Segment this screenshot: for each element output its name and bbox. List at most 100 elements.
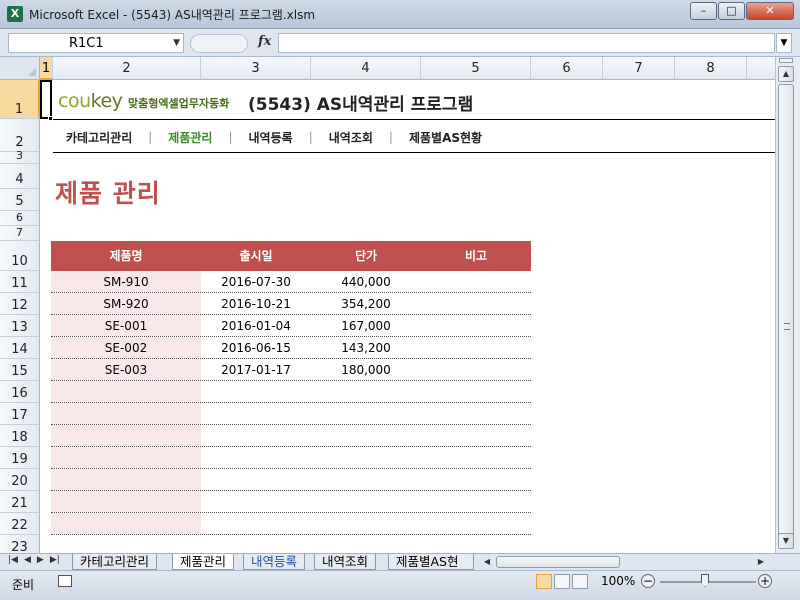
table-cell[interactable]: 180,000	[311, 359, 421, 380]
row-header[interactable]: 21	[0, 491, 40, 513]
table-cell[interactable]: 2016-07-30	[201, 271, 311, 292]
table-cell[interactable]: SE-002	[51, 337, 201, 358]
row-header[interactable]: 20	[0, 469, 40, 491]
table-cell[interactable]	[421, 403, 531, 424]
row-header[interactable]: 17	[0, 403, 40, 425]
nav-item-products[interactable]: 제품관리	[160, 129, 220, 146]
zoom-out-button[interactable]: −	[641, 574, 655, 588]
row-header[interactable]: 1	[0, 80, 40, 119]
table-cell[interactable]: 2016-10-21	[201, 293, 311, 314]
table-cell[interactable]: 2017-01-17	[201, 359, 311, 380]
table-cell[interactable]: 2016-01-04	[201, 315, 311, 336]
table-cell[interactable]: SM-920	[51, 293, 201, 314]
nav-item-search[interactable]: 내역조회	[321, 129, 381, 146]
table-cell[interactable]	[421, 293, 531, 314]
zoom-in-button[interactable]: +	[758, 574, 772, 588]
row-header[interactable]: 18	[0, 425, 40, 447]
scroll-right-icon[interactable]: ▶	[754, 555, 768, 569]
table-cell[interactable]	[421, 425, 531, 446]
row-header[interactable]: 15	[0, 359, 40, 381]
column-header[interactable]: 3	[201, 57, 311, 80]
column-header[interactable]: 1	[40, 57, 53, 80]
table-cell[interactable]	[421, 381, 531, 402]
scroll-left-icon[interactable]: ◀	[480, 555, 494, 569]
table-cell[interactable]	[311, 513, 421, 534]
table-cell[interactable]	[201, 381, 311, 402]
table-cell[interactable]	[421, 513, 531, 534]
expand-formula-bar-button[interactable]: ▼	[776, 33, 792, 53]
h-scroll-thumb[interactable]	[496, 556, 620, 568]
table-cell[interactable]: SE-003	[51, 359, 201, 380]
formula-input[interactable]	[278, 33, 775, 53]
table-cell[interactable]	[51, 491, 201, 512]
table-header-cell[interactable]: 단가	[311, 241, 421, 271]
table-cell[interactable]	[51, 425, 201, 446]
excel-app-icon[interactable]: X	[7, 6, 23, 22]
row-header[interactable]: 7	[0, 226, 40, 241]
table-cell[interactable]	[51, 513, 201, 534]
name-box[interactable]: R1C1 ▼	[8, 33, 184, 53]
table-cell[interactable]	[201, 425, 311, 446]
table-cell[interactable]	[51, 469, 201, 490]
row-header[interactable]: 14	[0, 337, 40, 359]
maximize-button[interactable]: □	[718, 2, 745, 20]
row-header[interactable]: 11	[0, 271, 40, 293]
column-header[interactable]: 5	[421, 57, 531, 80]
table-cell[interactable]	[421, 469, 531, 490]
insert-function-button[interactable]: fx	[258, 34, 271, 49]
row-header[interactable]: 10	[0, 241, 40, 271]
table-cell[interactable]: 440,000	[311, 271, 421, 292]
nav-item-product-as-status[interactable]: 제품별AS현황	[401, 129, 490, 146]
column-header[interactable]: 6	[531, 57, 603, 80]
table-header-cell[interactable]: 제품명	[51, 241, 201, 271]
sheet-tab-active[interactable]: 제품관리	[172, 554, 235, 570]
table-cell[interactable]	[421, 271, 531, 292]
column-header[interactable]: 2	[53, 57, 201, 80]
nav-item-category[interactable]: 카테고리관리	[58, 129, 140, 146]
zoom-level[interactable]: 100%	[601, 574, 635, 588]
nav-item-register[interactable]: 내역등록	[241, 129, 301, 146]
table-header-cell[interactable]: 비고	[421, 241, 531, 271]
row-header[interactable]: 2	[0, 119, 40, 152]
zoom-slider-thumb[interactable]	[701, 574, 709, 587]
table-cell[interactable]	[201, 447, 311, 468]
table-cell[interactable]	[421, 491, 531, 512]
table-cell[interactable]	[311, 403, 421, 424]
table-cell[interactable]	[201, 403, 311, 424]
first-sheet-icon[interactable]: |◀	[8, 555, 18, 565]
vertical-scrollbar[interactable]: ▲ ▼	[775, 57, 800, 553]
table-cell[interactable]: 354,200	[311, 293, 421, 314]
table-cell[interactable]	[201, 513, 311, 534]
column-header[interactable]	[747, 57, 775, 80]
row-header[interactable]: 16	[0, 381, 40, 403]
row-header[interactable]: 6	[0, 211, 40, 226]
table-cell[interactable]: 2016-06-15	[201, 337, 311, 358]
sheet-tab[interactable]: 내역등록	[243, 554, 306, 570]
table-cell[interactable]	[421, 359, 531, 380]
select-all-button[interactable]	[0, 57, 40, 80]
table-cell[interactable]	[311, 491, 421, 512]
table-cell[interactable]	[51, 403, 201, 424]
page-break-view-button[interactable]	[572, 574, 588, 589]
worksheet-grid[interactable]: 1 2 3 4 5 6 7 8 1 2 3 4 5 6 7 10 11 12 1…	[0, 57, 775, 553]
row-header[interactable]: 5	[0, 189, 40, 211]
scroll-thumb[interactable]	[778, 84, 794, 540]
table-header-cell[interactable]: 출시일	[201, 241, 311, 271]
row-header[interactable]: 4	[0, 164, 40, 189]
table-cell[interactable]: SE-001	[51, 315, 201, 336]
sheet-tab[interactable]: 제품별AS현	[388, 554, 474, 570]
minimize-button[interactable]: –	[690, 2, 717, 20]
row-header[interactable]: 22	[0, 513, 40, 535]
row-header[interactable]: 3	[0, 149, 40, 164]
column-header[interactable]: 8	[675, 57, 747, 80]
table-cell[interactable]	[201, 491, 311, 512]
table-cell[interactable]	[421, 447, 531, 468]
normal-view-button[interactable]	[536, 574, 552, 589]
active-cell-outline[interactable]	[40, 80, 52, 119]
page-layout-view-button[interactable]	[554, 574, 570, 589]
sheet-tab[interactable]: 내역조회	[314, 554, 377, 570]
prev-sheet-icon[interactable]: ◀	[24, 555, 31, 565]
row-header[interactable]: 12	[0, 293, 40, 315]
close-button[interactable]: ✕	[746, 2, 794, 20]
last-sheet-icon[interactable]: ▶|	[50, 555, 60, 565]
